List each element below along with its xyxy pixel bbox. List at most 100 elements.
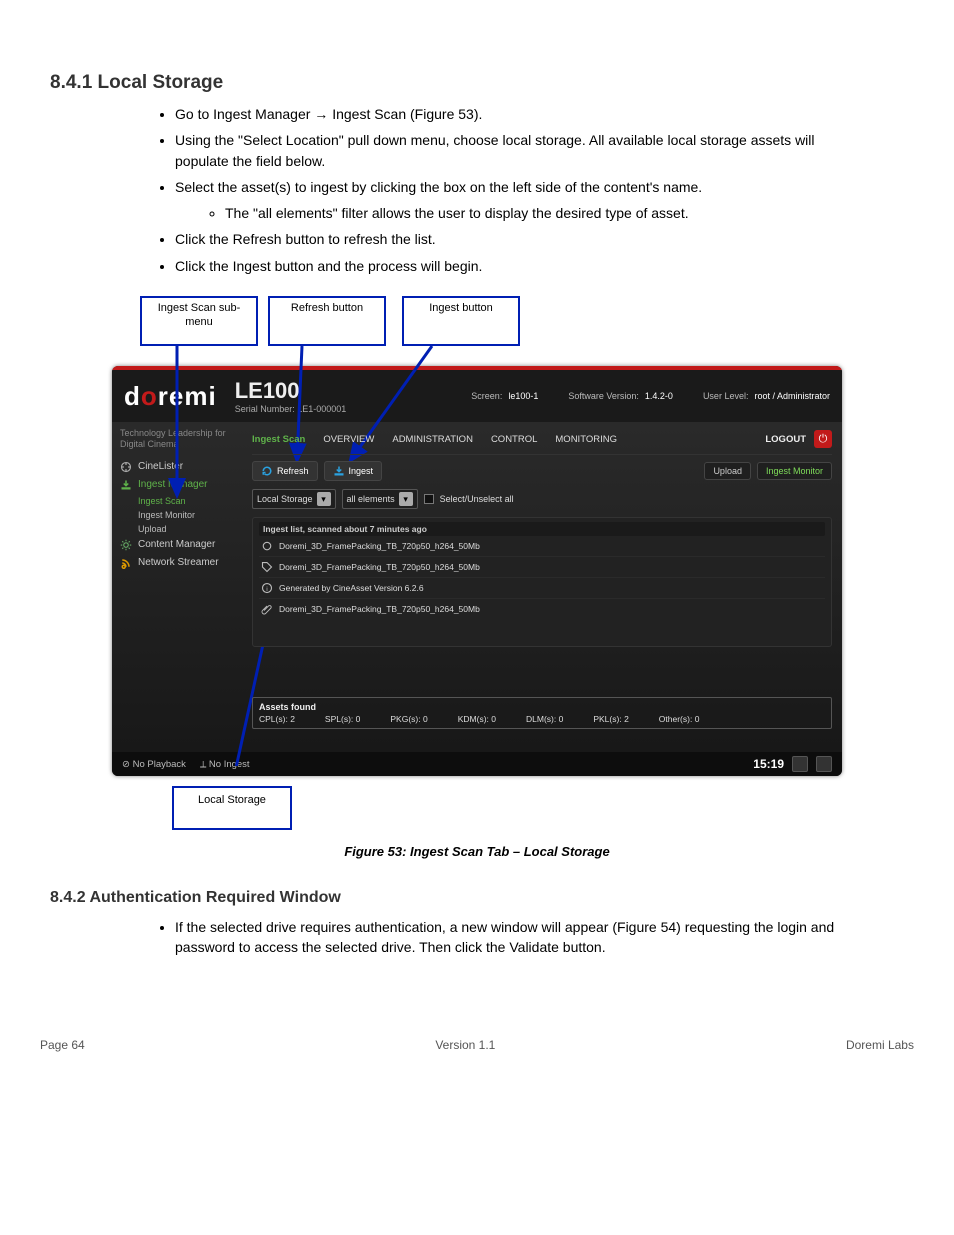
assets-summary: Assets found CPL(s): 2 SPL(s): 0 PKG(s):… [252,697,832,729]
select-all-label: Select/Unselect all [440,494,514,504]
footer-company: Doremi Labs [846,1038,914,1052]
tab-monitoring[interactable]: MONITORING [555,434,617,445]
tab-control[interactable]: CONTROL [491,434,537,445]
keyboard-icon[interactable] [792,756,808,772]
count-pkg: PKG(s): 0 [390,714,427,724]
status-ingest: ⟂ No Ingest [200,759,250,770]
count-kdm: KDM(s): 0 [458,714,496,724]
refresh-icon [261,465,273,477]
location-value: Local Storage [257,494,313,504]
user-info: User Level:root / Administrator [703,391,830,401]
tab-overview[interactable]: OVERVIEW [323,434,374,445]
header-info: Screen:le100-1 Software Version:1.4.2-0 … [471,391,830,401]
asset-row[interactable]: i Generated by CineAsset Version 6.2.6 [259,578,825,599]
callout-row: Ingest Scan sub-menu Refresh button Inge… [40,296,914,366]
asset-list: Ingest list, scanned about 7 minutes ago… [252,517,832,647]
list-header: Ingest list, scanned about 7 minutes ago [259,522,825,536]
app-body: Technology Leadership for Digital Cinema… [112,422,842,752]
list-item: Go to Ingest Manager → Ingest Scan (Figu… [175,104,854,124]
list-item: Click the Ingest button and the process … [175,256,854,276]
assets-title: Assets found [259,702,825,712]
count-spl: SPL(s): 0 [325,714,360,724]
callout-local-storage: Local Storage [172,786,292,830]
tab-administration[interactable]: ADMINISTRATION [392,434,473,445]
upload-button[interactable]: Upload [704,462,751,480]
list-item: If the selected drive requires authentic… [175,917,854,958]
instruction-list: Go to Ingest Manager → Ingest Scan (Figu… [175,104,914,197]
serial-label: Serial Number: LE1-000001 [235,404,347,414]
logo: doremi [124,381,217,412]
list-item: Select the asset(s) to ingest by clickin… [175,177,854,197]
list-item: Using the "Select Location" pull down me… [175,130,854,171]
asset-name: Doremi_3D_FramePacking_TB_720p50_h264_50… [279,562,480,572]
count-cpl: CPL(s): 2 [259,714,295,724]
select-all-checkbox[interactable] [424,494,434,504]
chevron-down-icon: ▾ [399,492,413,506]
chevron-down-icon: ▾ [317,492,331,506]
sidebar-item-network-streamer[interactable]: Network Streamer [120,554,234,572]
clock: 15:19 [753,757,784,771]
filter-row: Local Storage ▾ all elements ▾ Select/Un… [252,489,832,509]
reel-icon [120,461,132,473]
tag-icon [261,561,273,573]
tab-ingest-scan[interactable]: Ingest Scan [252,434,305,445]
section-heading: 8.4.1 Local Storage [50,72,914,94]
model-name: LE100 [235,378,347,404]
asset-row[interactable]: Doremi_3D_FramePacking_TB_720p50_h264_50… [259,536,825,557]
callout-ingest: Ingest button [402,296,520,346]
refresh-label: Refresh [277,466,309,476]
sidebar-item-content-manager[interactable]: Content Manager [120,536,234,554]
logout-button[interactable]: LOGOUT [765,434,806,445]
sidebar-sub-ingest-monitor[interactable]: Ingest Monitor [138,508,234,522]
ingest-monitor-button[interactable]: Ingest Monitor [757,462,832,480]
reel-icon [261,540,273,552]
sidebar-tagline: Technology Leadership for Digital Cinema [120,428,234,450]
asset-name: Doremi_3D_FramePacking_TB_720p50_h264_50… [279,541,480,551]
sidebar-item-label: CineLister [138,461,183,472]
asset-name: Generated by CineAsset Version 6.2.6 [279,583,424,593]
ingest-button[interactable]: Ingest [324,461,383,481]
status-playback: ⊘ No Playback [122,759,186,770]
screen-info: Screen:le100-1 [471,391,538,401]
sidebar-item-cinelister[interactable]: CineLister [120,458,234,476]
tab-bar: Ingest Scan OVERVIEW ADMINISTRATION CONT… [252,428,832,455]
ingest-icon [333,465,345,477]
asset-row[interactable]: Doremi_3D_FramePacking_TB_720p50_h264_50… [259,599,825,619]
clip-icon [261,603,273,615]
sidebar-item-label: Ingest Manager [138,479,208,490]
page-footer: Page 64 Version 1.1 Doremi Labs [40,1038,914,1052]
footer-page: Page 64 [40,1038,85,1052]
asset-row[interactable]: Doremi_3D_FramePacking_TB_720p50_h264_50… [259,557,825,578]
main-panel: Ingest Scan OVERVIEW ADMINISTRATION CONT… [242,422,842,752]
sidebar-item-label: Network Streamer [138,557,219,568]
list-item: Click the Refresh button to refresh the … [175,229,854,249]
figure-wrap: doremi LE100 Serial Number: LE1-000001 S… [112,366,842,859]
assets-counts: CPL(s): 2 SPL(s): 0 PKG(s): 0 KDM(s): 0 … [259,714,825,724]
asset-name: Doremi_3D_FramePacking_TB_720p50_h264_50… [279,604,480,614]
status-bar: ⊘ No Playback ⟂ No Ingest 15:19 [112,752,842,776]
instruction-list-sub: The "all elements" filter allows the use… [175,203,914,276]
sidebar-sub-ingest-scan[interactable]: Ingest Scan [138,494,234,508]
figure-caption: Figure 53: Ingest Scan Tab – Local Stora… [112,844,842,859]
count-pkl: PKL(s): 2 [593,714,628,724]
rss-icon [120,557,132,569]
subsection-list: If the selected drive requires authentic… [175,917,914,958]
flag-icon[interactable] [816,756,832,772]
toolbar: Refresh Ingest Upload Ingest Monitor [252,461,832,481]
logo-part: d [124,381,141,411]
refresh-button[interactable]: Refresh [252,461,318,481]
elements-select[interactable]: all elements ▾ [342,489,418,509]
subsection-heading: 8.4.2 Authentication Required Window [50,889,914,907]
power-icon[interactable]: ⏻ [814,430,832,448]
sidebar-sub-upload[interactable]: Upload [138,522,234,536]
count-other: Other(s): 0 [659,714,700,724]
logo-part: remi [158,381,217,411]
footer-version: Version 1.1 [435,1038,495,1052]
sidebar-item-ingest-manager[interactable]: Ingest Manager [120,476,234,494]
list-item: The "all elements" filter allows the use… [225,203,854,223]
screenshot: doremi LE100 Serial Number: LE1-000001 S… [112,366,842,776]
location-select[interactable]: Local Storage ▾ [252,489,336,509]
sidebar: Technology Leadership for Digital Cinema… [112,422,242,752]
count-dlm: DLM(s): 0 [526,714,563,724]
download-icon [120,479,132,491]
